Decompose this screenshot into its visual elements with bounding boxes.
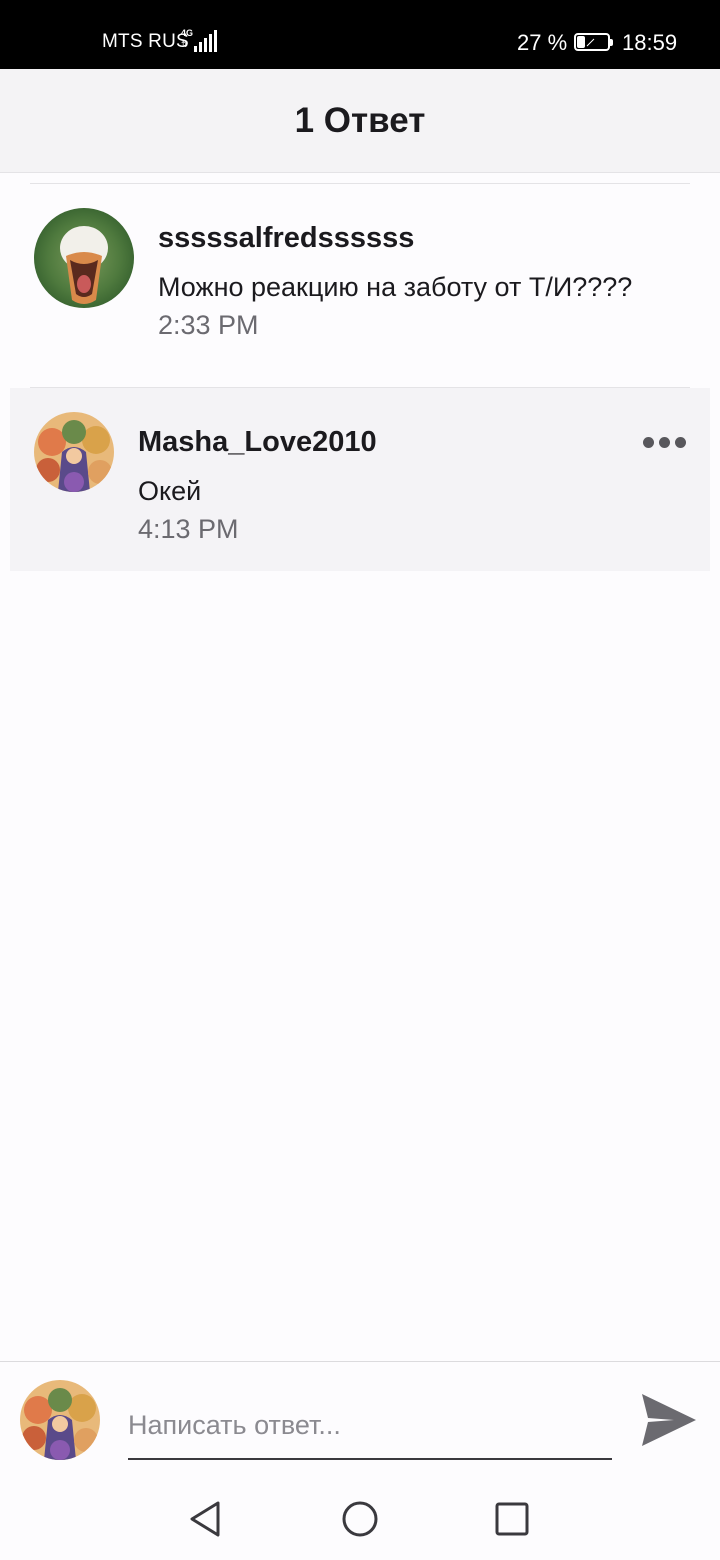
- battery-icon: [574, 33, 613, 51]
- carrier-name: MTS RUS: [102, 31, 189, 52]
- avatar[interactable]: [34, 208, 134, 308]
- comment-text: Можно реакцию на заботу от Т/И????: [158, 272, 633, 302]
- data-activity-icon: ⇅: [181, 40, 188, 49]
- current-user-avatar: [20, 1380, 100, 1460]
- more-dot-icon: [642, 436, 654, 448]
- app-header: 1 Ответ: [0, 69, 720, 173]
- comment-time: 2:33 PM: [158, 310, 259, 340]
- more-options-button[interactable]: [640, 430, 688, 454]
- signal-icon: 4G ⇅: [181, 28, 219, 54]
- back-icon[interactable]: [186, 1499, 226, 1539]
- anime-art-avatar-icon: [34, 412, 114, 492]
- screen: MTS RUS 4G ⇅ 27 % 18:59 1 Ответ sssssalf…: [0, 0, 720, 1560]
- avatar[interactable]: [34, 412, 114, 492]
- send-icon: [642, 1394, 696, 1446]
- clock: 18:59: [622, 30, 678, 55]
- comment-author[interactable]: sssssalfredssssss: [158, 222, 414, 255]
- recents-icon[interactable]: [492, 1499, 532, 1539]
- send-button[interactable]: [640, 1392, 698, 1448]
- divider: [30, 183, 690, 184]
- reply-time: 4:13 PM: [138, 514, 239, 544]
- more-dot-icon: [674, 436, 686, 448]
- reply-text: Окей: [138, 476, 202, 506]
- signal-bars-icon: [194, 30, 218, 52]
- network-type: 4G: [181, 28, 194, 38]
- more-dot-icon: [658, 436, 670, 448]
- status-bar: MTS RUS 4G ⇅ 27 % 18:59: [0, 0, 720, 69]
- home-icon[interactable]: [340, 1499, 380, 1539]
- page-title: 1 Ответ: [294, 100, 426, 140]
- reply-card: [10, 388, 710, 571]
- system-nav-bar: [0, 1474, 720, 1560]
- anime-art-avatar-icon: [20, 1380, 100, 1460]
- reply-author[interactable]: Masha_Love2010: [138, 426, 377, 459]
- duck-avatar-icon: [34, 208, 134, 308]
- reply-input[interactable]: [128, 1392, 612, 1460]
- battery-percent: 27 %: [517, 30, 568, 55]
- battery-saver-icon: [586, 37, 597, 47]
